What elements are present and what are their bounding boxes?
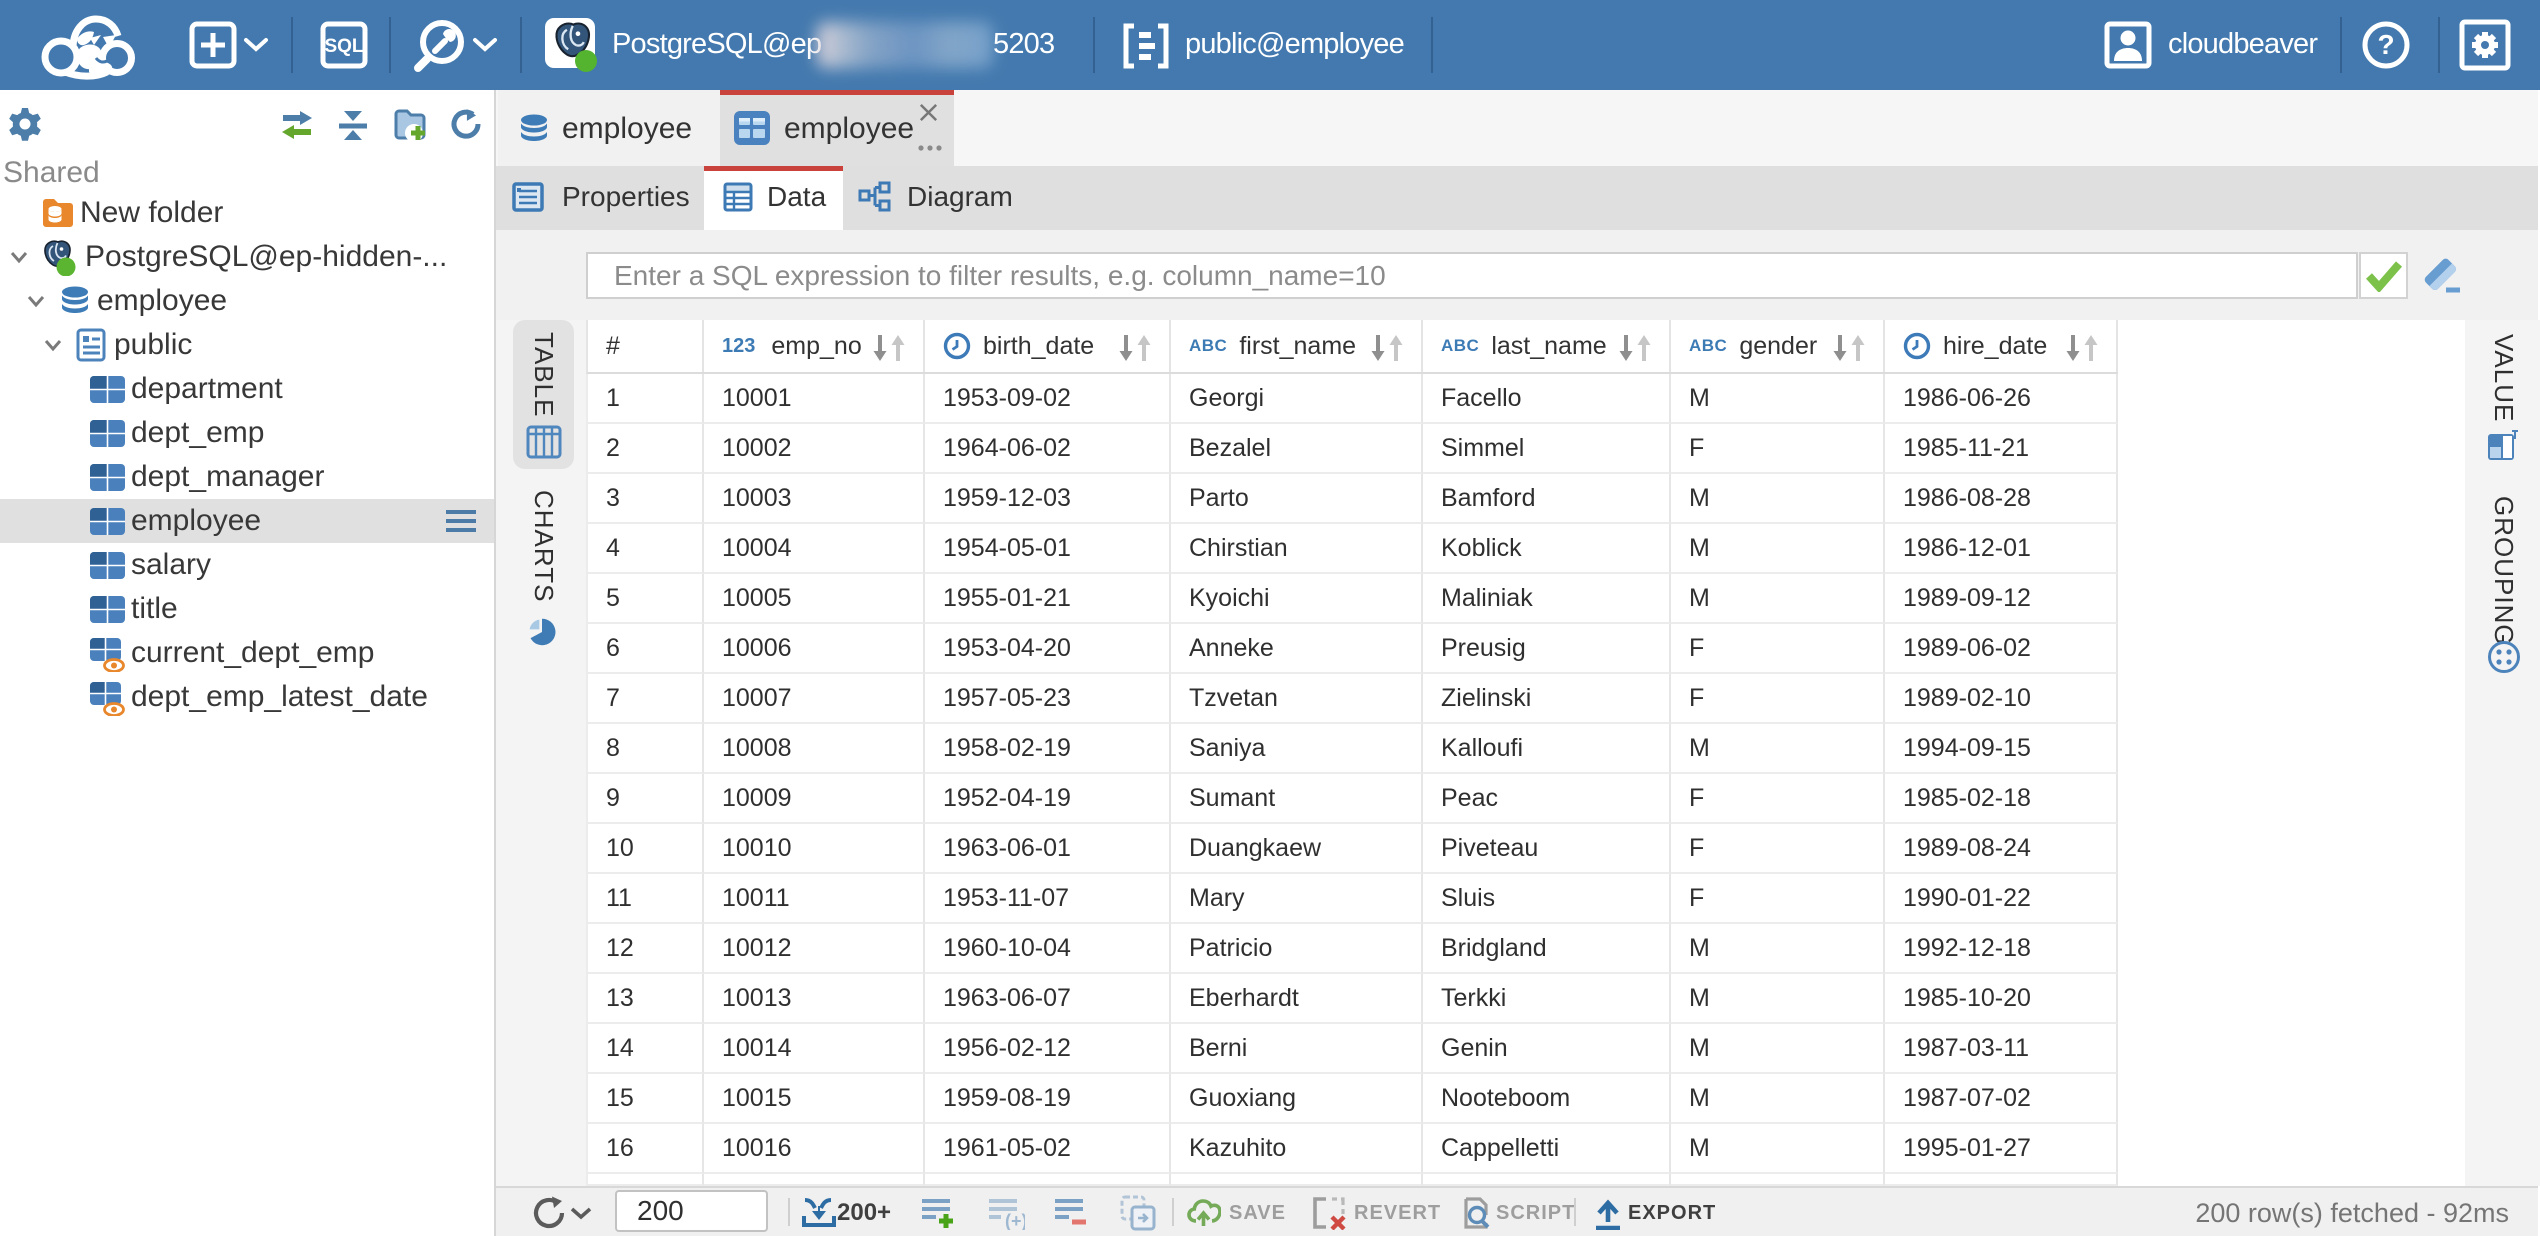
svg-text:(+): (+) <box>1005 1211 1025 1230</box>
svg-text:?: ? <box>2377 29 2394 60</box>
svg-text:SQL: SQL <box>324 36 363 57</box>
